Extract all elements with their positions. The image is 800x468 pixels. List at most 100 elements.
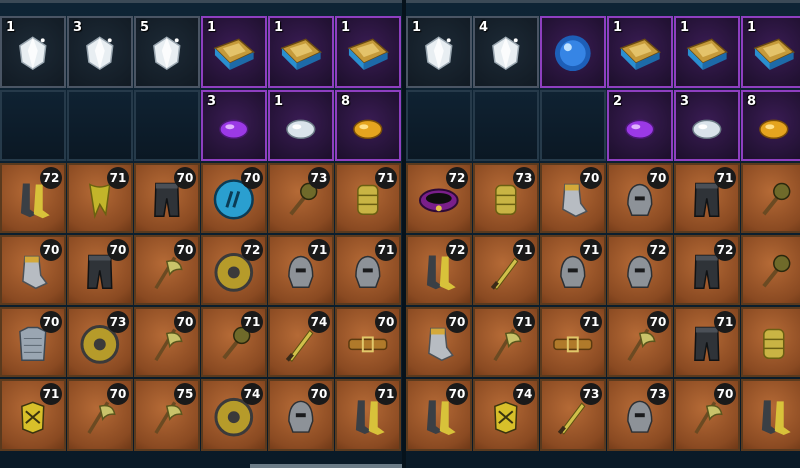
resource-slot[interactable]: 1 [674, 16, 740, 88]
gear-slot[interactable] [741, 235, 800, 305]
gear-slot[interactable] [741, 379, 800, 451]
gear-slot[interactable]: 72 [406, 163, 472, 233]
gear-slot[interactable]: 71 [674, 163, 740, 233]
item-level-badge: 74 [241, 383, 263, 405]
spellbook-icon [209, 26, 259, 80]
gear-slot[interactable]: 74 [201, 379, 267, 451]
spellbook-icon [276, 26, 326, 80]
item-level-badge: 70 [647, 167, 669, 189]
gear-slot[interactable]: 75 [134, 379, 200, 451]
item-level-badge: 72 [40, 167, 62, 189]
item-level-badge: 70 [40, 239, 62, 261]
gear-slot[interactable]: 70 [0, 307, 66, 377]
gear-slot[interactable]: 70 [67, 235, 133, 305]
gear-slot[interactable]: 70 [0, 235, 66, 305]
empty-slot[interactable] [540, 90, 606, 161]
item-level-badge: 71 [107, 167, 129, 189]
gear-slot[interactable]: 74 [268, 307, 334, 377]
gem-slot[interactable]: 8 [741, 90, 800, 161]
stack-count: 1 [274, 94, 284, 109]
gear-slot[interactable]: 72 [201, 235, 267, 305]
empty-slot[interactable] [0, 90, 66, 161]
purple-gem-icon [209, 100, 259, 154]
empty-slot[interactable] [406, 90, 472, 161]
resource-slot[interactable]: 3 [67, 16, 133, 88]
resource-slot[interactable]: 1 [607, 16, 673, 88]
item-level-badge: 72 [241, 239, 263, 261]
gear-slot[interactable]: 70 [607, 163, 673, 233]
crystal-icon [481, 26, 531, 80]
resource-slot[interactable] [540, 16, 606, 88]
item-level-badge: 71 [375, 383, 397, 405]
gear-slot[interactable]: 70 [540, 163, 606, 233]
spellbook-icon [749, 26, 799, 80]
gear-slot[interactable]: 72 [406, 235, 472, 305]
empty-slot[interactable] [67, 90, 133, 161]
gem-slot[interactable]: 8 [335, 90, 401, 161]
gear-slot[interactable]: 71 [674, 307, 740, 377]
gear-slot[interactable]: 71 [540, 235, 606, 305]
gear-slot[interactable]: 72 [674, 235, 740, 305]
gear-slot[interactable]: 71 [335, 379, 401, 451]
item-level-badge: 72 [446, 167, 468, 189]
gear-slot[interactable]: 71 [540, 307, 606, 377]
item-level-badge: 74 [308, 311, 330, 333]
gear-slot[interactable]: 71 [473, 307, 539, 377]
gear-slot[interactable] [741, 307, 800, 377]
gear-slot[interactable]: 70 [268, 379, 334, 451]
gear-slot[interactable]: 70 [406, 307, 472, 377]
resource-slot[interactable]: 1 [0, 16, 66, 88]
gear-slot[interactable]: 71 [201, 307, 267, 377]
gear-slot[interactable]: 73 [67, 307, 133, 377]
gear-slot[interactable]: 70 [134, 235, 200, 305]
gear-slot[interactable]: 70 [335, 307, 401, 377]
gear-slot[interactable]: 70 [201, 163, 267, 233]
gear-slot[interactable]: 73 [607, 379, 673, 451]
gear-slot[interactable]: 70 [607, 307, 673, 377]
gear-slot[interactable]: 70 [406, 379, 472, 451]
gear-slot[interactable]: 70 [674, 379, 740, 451]
gear-slot[interactable]: 74 [473, 379, 539, 451]
gear-slot[interactable]: 70 [67, 379, 133, 451]
resource-slot[interactable]: 4 [473, 16, 539, 88]
item-level-badge: 70 [446, 311, 468, 333]
gear-slot[interactable]: 71 [335, 235, 401, 305]
resource-slot[interactable]: 5 [134, 16, 200, 88]
resource-slot[interactable]: 1 [201, 16, 267, 88]
gem-slot[interactable]: 2 [607, 90, 673, 161]
gear-slot[interactable]: 71 [0, 379, 66, 451]
empty-slot[interactable] [134, 90, 200, 161]
panel-scroll-edge [250, 464, 402, 468]
gear-slot[interactable]: 72 [0, 163, 66, 233]
gear-slot[interactable]: 73 [540, 379, 606, 451]
gear-slot[interactable] [741, 163, 800, 233]
gem-slot[interactable]: 1 [268, 90, 334, 161]
stack-count: 4 [479, 20, 489, 35]
item-level-badge: 70 [40, 311, 62, 333]
item-level-badge: 70 [107, 239, 129, 261]
purple-gem-icon [615, 100, 665, 154]
gear-slot[interactable]: 71 [473, 235, 539, 305]
resource-slot[interactable]: 1 [335, 16, 401, 88]
resource-slot[interactable]: 1 [268, 16, 334, 88]
gear-slot[interactable]: 72 [607, 235, 673, 305]
item-level-badge: 71 [580, 239, 602, 261]
item-level-badge: 70 [580, 167, 602, 189]
gear-slot[interactable]: 70 [134, 163, 200, 233]
stack-count: 8 [747, 94, 757, 109]
gear-slot[interactable]: 71 [335, 163, 401, 233]
gear-slot[interactable]: 71 [268, 235, 334, 305]
item-level-badge: 70 [446, 383, 468, 405]
stack-count: 1 [207, 20, 217, 35]
stack-count: 3 [73, 20, 83, 35]
gear-slot[interactable]: 70 [134, 307, 200, 377]
item-level-badge: 70 [308, 383, 330, 405]
resource-slot[interactable]: 1 [741, 16, 800, 88]
gem-slot[interactable]: 3 [674, 90, 740, 161]
gear-slot[interactable]: 73 [268, 163, 334, 233]
resource-slot[interactable]: 1 [406, 16, 472, 88]
gear-slot[interactable]: 71 [67, 163, 133, 233]
gear-slot[interactable]: 73 [473, 163, 539, 233]
empty-slot[interactable] [473, 90, 539, 161]
gem-slot[interactable]: 3 [201, 90, 267, 161]
